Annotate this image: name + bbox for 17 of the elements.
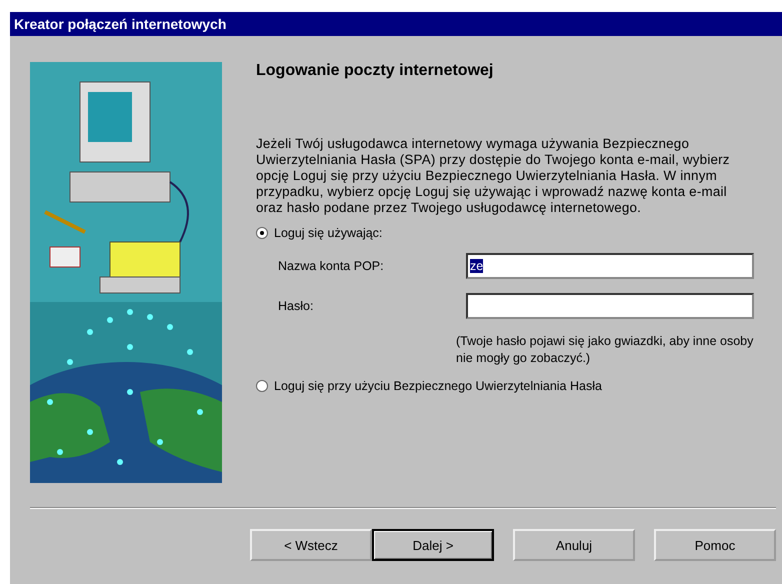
dialog-button[interactable]: < Wstecz <box>250 529 372 561</box>
input-field[interactable] <box>466 293 754 319</box>
description-text: Jeżeli Twój usługodawca internetowy wymaga używania Bezpiecznego Uwierzytelniania Hasła (SPA) przy dostępie do Twojego konta e-mail, wybierz opcję Loguj się przy użyciu Bezpiecznego Uwierzytelniania Hasła. W innym przypadku, wybierz opcję Loguj się używając i wprowadź nazwę konta e-mail oraz hasło podane przez Twojego usługodawcę internetowego. <box>256 136 731 216</box>
radio-label[interactable]: Loguj się używając: <box>274 226 382 240</box>
dialog-button[interactable]: Dalej > <box>372 529 494 561</box>
radio-button[interactable] <box>256 227 268 239</box>
input-field[interactable]: ze <box>466 253 754 279</box>
radio-button[interactable] <box>256 380 268 392</box>
dialog-button[interactable]: Pomoc <box>654 529 776 561</box>
password-note: (Twoje hasło pojawi się jako gwiazdki, aby inne osoby nie mogły go zobaczyć.) <box>456 333 754 367</box>
field-label: Hasło: <box>278 299 314 313</box>
radio-label[interactable]: Loguj się przy użyciu Bezpiecznego Uwierzytelniania Hasła <box>274 379 602 393</box>
field-value: ze <box>470 259 484 273</box>
page-heading: Logowanie poczty internetowej <box>256 62 494 80</box>
field-label: Nazwa konta POP: <box>278 259 385 273</box>
dialog-button[interactable]: Anuluj <box>513 529 635 561</box>
window-title: Kreator połączeń internetowych <box>14 16 226 32</box>
